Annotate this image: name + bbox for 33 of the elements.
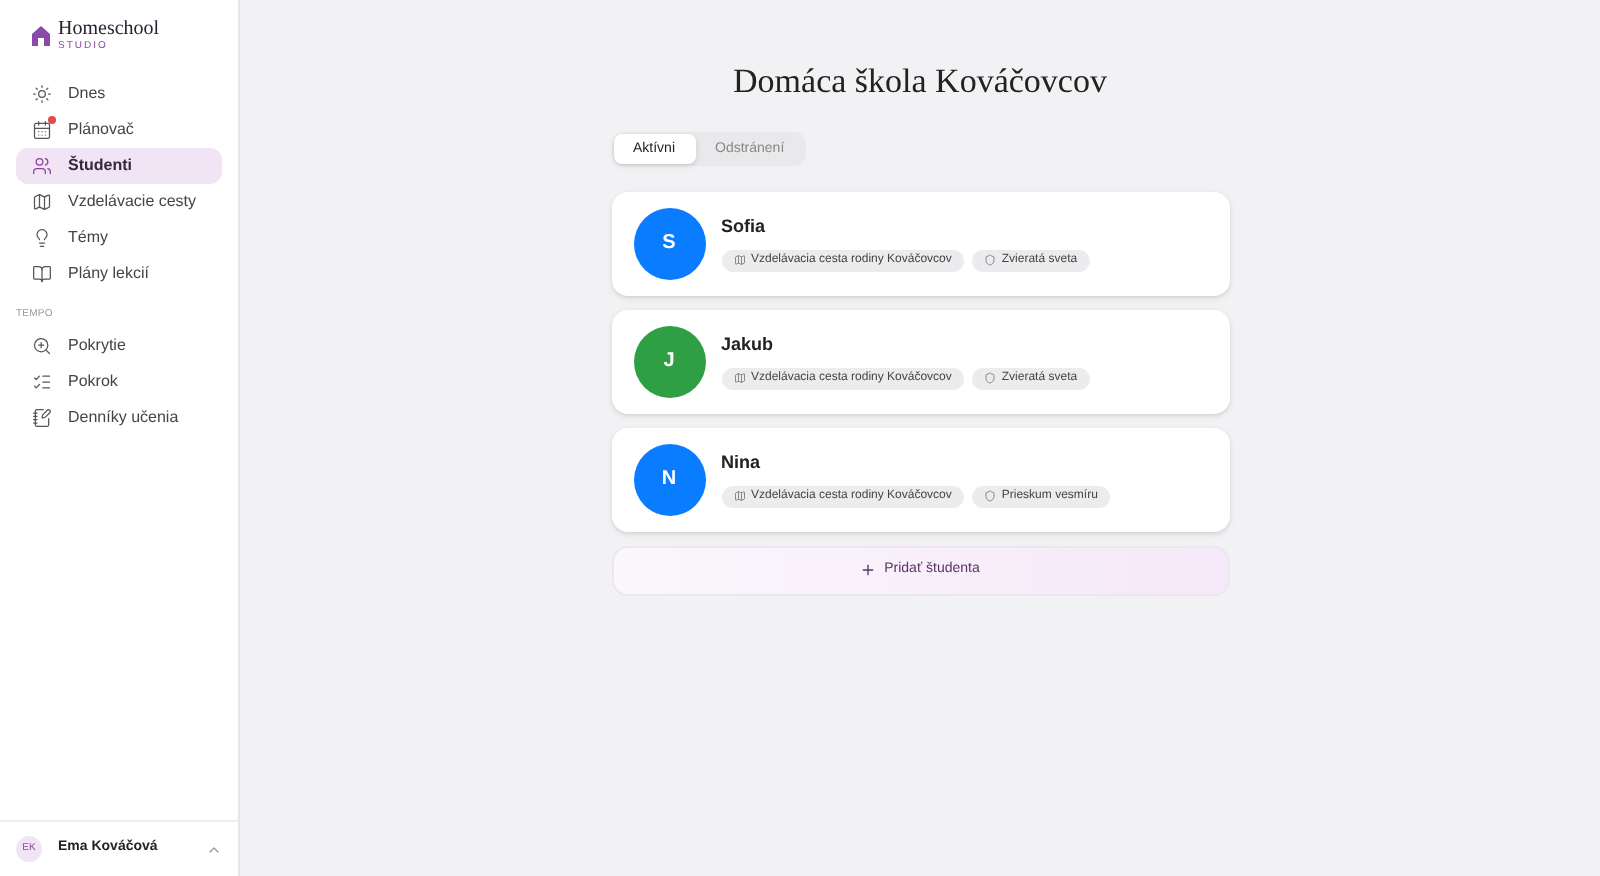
map-icon [733, 490, 745, 503]
shield-icon [983, 372, 996, 385]
book-icon [32, 264, 52, 284]
page-title: Domáca škola Kováčovcov [733, 60, 1107, 104]
logo-icon [32, 26, 50, 46]
zoom-icon [32, 335, 52, 355]
map-icon [733, 372, 745, 385]
student-avatar: S [633, 207, 705, 279]
sun-icon [32, 84, 52, 104]
nav-item[interactable]: Dnes [16, 76, 222, 112]
map-icon [32, 192, 52, 212]
student-name: Jakub [721, 332, 776, 359]
users-icon [32, 156, 52, 176]
nav-item[interactable]: Plánovač [16, 112, 222, 148]
nav-item[interactable]: Pokrok [16, 363, 222, 399]
nav-item[interactable]: Denníky učenia [16, 399, 222, 435]
shield-icon [983, 254, 996, 267]
plus-icon [860, 562, 877, 578]
student-avatar: N [633, 443, 705, 515]
student-name: Sofia [721, 214, 768, 241]
nav-item[interactable]: Pokrytie [16, 327, 222, 363]
student-avatar: J [633, 325, 705, 397]
nav-item[interactable]: Plány lekcií [16, 256, 222, 292]
student-name: Nina [721, 450, 763, 477]
checklist-icon [32, 371, 52, 391]
nav-item[interactable]: Vzdelávacie cesty [16, 184, 222, 220]
lightbulb-icon [32, 228, 52, 248]
nav-item[interactable]: Témy [16, 220, 222, 256]
nav-item[interactable]: Študenti [16, 148, 222, 184]
shield-icon [983, 490, 996, 503]
logo-text: Homeschool [58, 20, 160, 40]
map-icon [733, 254, 745, 267]
notebook-icon [32, 407, 52, 427]
